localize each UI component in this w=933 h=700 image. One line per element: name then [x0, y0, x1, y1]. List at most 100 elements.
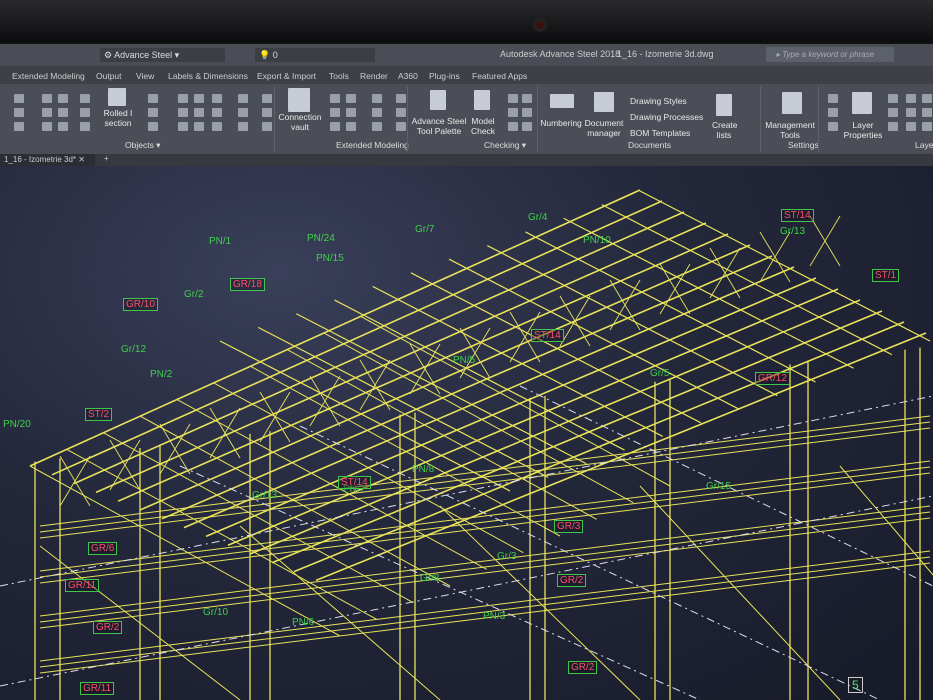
ribbon-tool-icon[interactable]: [330, 108, 340, 117]
assembly-label[interactable]: GR/2: [557, 574, 587, 587]
ribbon-tool-icon[interactable]: [262, 94, 272, 103]
assembly-label[interactable]: GR/2: [568, 661, 598, 674]
ribbon-tool-icon[interactable]: [346, 108, 356, 117]
part-label[interactable]: PN/20: [3, 419, 31, 430]
assembly-label[interactable]: GR/12: [755, 372, 790, 385]
new-tab-plus-icon[interactable]: +: [104, 154, 109, 163]
ribbon-tool-icon[interactable]: [372, 94, 382, 103]
ribbon-tool-icon[interactable]: [194, 122, 204, 131]
layer-dropdown[interactable]: 💡 0: [255, 48, 375, 62]
ribbon-tool-icon[interactable]: [522, 108, 532, 117]
close-icon[interactable]: ✕: [78, 155, 85, 164]
tab-plug-ins[interactable]: Plug-ins: [429, 71, 460, 81]
assembly-label[interactable]: ST/14: [338, 476, 371, 489]
workspace-dropdown[interactable]: ⚙ Advance Steel ▾: [100, 48, 225, 62]
ribbon-tool-icon[interactable]: [522, 122, 532, 131]
ribbon-tool-icon[interactable]: [238, 122, 248, 131]
part-label[interactable]: Gr/12: [121, 344, 146, 355]
tab-output[interactable]: Output: [96, 71, 122, 81]
part-label[interactable]: PN/15: [316, 253, 344, 264]
tab-view[interactable]: View: [136, 71, 154, 81]
part-label[interactable]: Gr/15: [706, 481, 731, 492]
ribbon-tool-icon[interactable]: [212, 94, 222, 103]
ribbon-tool-icon[interactable]: [396, 94, 406, 103]
management-tools-button[interactable]: Management Tools: [764, 120, 816, 140]
ribbon-tool-icon[interactable]: [58, 122, 68, 131]
part-label[interactable]: PN/3: [483, 611, 505, 622]
assembly-label[interactable]: GR/11: [80, 682, 115, 695]
ribbon-tool-icon[interactable]: [508, 122, 518, 131]
layer-properties-button[interactable]: Layer Properties: [842, 120, 884, 140]
tab-extended-modeling[interactable]: Extended Modeling: [12, 71, 85, 81]
part-label[interactable]: PN/2: [150, 369, 172, 380]
ribbon-tool-icon[interactable]: [330, 94, 340, 103]
part-label[interactable]: Gr/4: [528, 212, 547, 223]
part-label[interactable]: PN/24: [307, 233, 335, 244]
ribbon-tool-icon[interactable]: [262, 122, 272, 131]
part-label[interactable]: PN/8: [412, 464, 434, 475]
assembly-label[interactable]: ST/1: [872, 269, 900, 282]
assembly-label[interactable]: GR/11: [65, 579, 100, 592]
part-label[interactable]: Gr/2: [184, 289, 203, 300]
tab-a360[interactable]: A360: [398, 71, 418, 81]
part-label[interactable]: Gr/13: [252, 490, 277, 501]
ribbon-tool-icon[interactable]: [194, 94, 204, 103]
ribbon-tool-icon[interactable]: [828, 94, 838, 103]
ribbon-tool-icon[interactable]: [14, 122, 24, 131]
part-label[interactable]: Gr/3: [497, 551, 516, 562]
ribbon-tool-icon[interactable]: [238, 108, 248, 117]
connection-vault-button[interactable]: Connection vault: [276, 112, 324, 132]
ribbon-tool-icon[interactable]: [80, 94, 90, 103]
ribbon-tool-icon[interactable]: [58, 108, 68, 117]
ribbon-tool-icon[interactable]: [178, 94, 188, 103]
group-objects[interactable]: Objects ▾: [125, 140, 160, 151]
document-tab[interactable]: 1_16 - Izometrie 3d* ✕: [0, 154, 95, 166]
assembly-label[interactable]: GR/18: [230, 278, 265, 291]
drawing-processes-button[interactable]: Drawing Processes: [630, 112, 703, 122]
part-label[interactable]: Gr/5: [650, 368, 669, 379]
tool-palette-button[interactable]: Advance Steel Tool Palette: [410, 116, 468, 136]
bom-templates-button[interactable]: BOM Templates: [630, 128, 690, 138]
assembly-label[interactable]: GR/3: [554, 520, 584, 533]
ribbon-tool-icon[interactable]: [372, 108, 382, 117]
ribbon-tool-icon[interactable]: [828, 122, 838, 131]
drawing-styles-button[interactable]: Drawing Styles: [630, 96, 687, 106]
part-label[interactable]: Gr/13: [780, 226, 805, 237]
ribbon-tool-icon[interactable]: [212, 122, 222, 131]
model-viewport[interactable]: PN/1 PN/24 PN/15 Gr/7 Gr/4 PN/10 Gr/13 Gr/2 Gr/1…: [0, 166, 933, 700]
ribbon-tool-icon[interactable]: [508, 108, 518, 117]
ribbon-tool-icon[interactable]: [262, 108, 272, 117]
ribbon-tool-icon[interactable]: [522, 94, 532, 103]
ribbon-tool-icon[interactable]: [42, 122, 52, 131]
tab-export-import[interactable]: Export & Import: [257, 71, 316, 81]
part-label[interactable]: PN/1: [209, 236, 231, 247]
document-manager-button[interactable]: Document manager: [584, 118, 624, 138]
ribbon-tool-icon[interactable]: [906, 94, 916, 103]
ribbon-tool-icon[interactable]: [888, 94, 898, 103]
tab-tools[interactable]: Tools: [329, 71, 349, 81]
part-label[interactable]: Gr/8: [420, 573, 439, 584]
ribbon-tool-icon[interactable]: [42, 108, 52, 117]
ribbon-tool-icon[interactable]: [922, 122, 932, 131]
group-checking[interactable]: Checking ▾: [484, 140, 526, 151]
ribbon-tool-icon[interactable]: [888, 122, 898, 131]
ribbon-tool-icon[interactable]: [14, 94, 24, 103]
ribbon-tool-icon[interactable]: [346, 122, 356, 131]
ribbon-tool-icon[interactable]: [396, 122, 406, 131]
ribbon-tool-icon[interactable]: [922, 108, 932, 117]
ribbon-tool-icon[interactable]: [396, 108, 406, 117]
assembly-label[interactable]: GR/10: [123, 298, 158, 311]
part-label[interactable]: PN/6: [292, 617, 314, 628]
ribbon-tool-icon[interactable]: [508, 94, 518, 103]
assembly-label[interactable]: ST/2: [85, 408, 113, 421]
create-lists-button[interactable]: Create lists: [712, 120, 738, 140]
tab-featured-apps[interactable]: Featured Apps: [472, 71, 527, 81]
ribbon-tool-icon[interactable]: [148, 94, 158, 103]
assembly-label[interactable]: GR/2: [93, 621, 123, 634]
ribbon-tool-icon[interactable]: [14, 108, 24, 117]
search-input[interactable]: ▸ Type a keyword or phrase: [766, 47, 894, 62]
numbering-button[interactable]: Numbering: [540, 118, 582, 128]
ribbon-tool-icon[interactable]: [178, 122, 188, 131]
part-label[interactable]: Gr/10: [203, 607, 228, 618]
ribbon-tool-icon[interactable]: [80, 108, 90, 117]
